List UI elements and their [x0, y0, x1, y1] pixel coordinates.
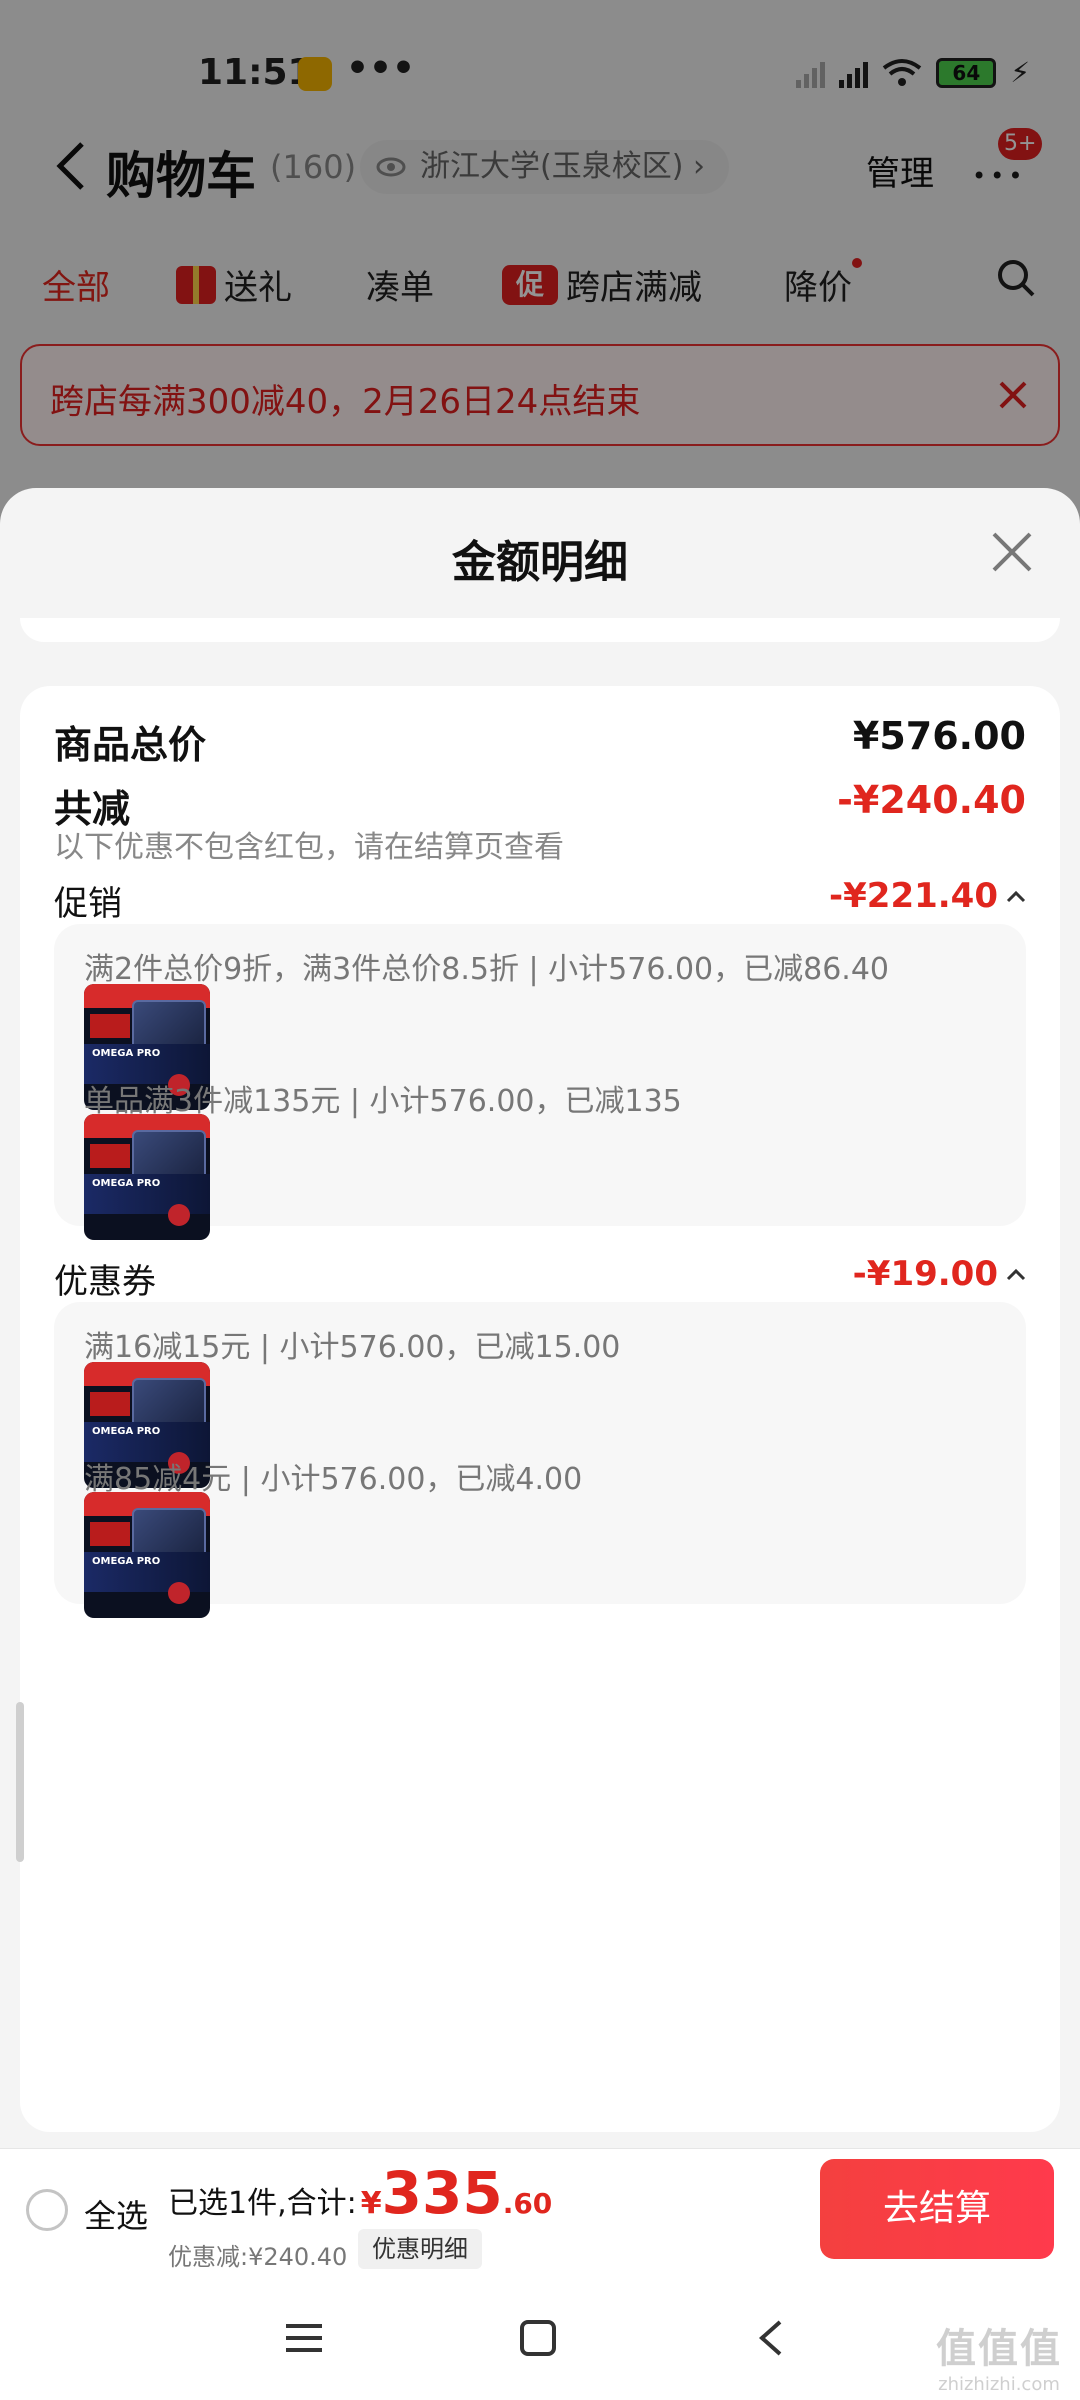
menu-icon[interactable]	[284, 2318, 324, 2358]
coupon-value: -¥19.00	[852, 1254, 998, 1294]
close-icon[interactable]	[990, 530, 1034, 574]
currency-symbol: ¥	[360, 2186, 382, 2221]
coupon-value-wrap: -¥19.00	[853, 1254, 1026, 1294]
product-thumbnail[interactable]: OMEGA PRO	[84, 1492, 210, 1618]
back-icon[interactable]	[752, 2318, 792, 2358]
discount-amount: 优惠减:¥240.40	[168, 2243, 348, 2271]
checkout-bar: 全选 已选1件,合计: ¥ 335 .60 优惠减:¥240.40 优惠明细 去…	[0, 2148, 1080, 2274]
selected-count-label: 已选1件,合计:	[168, 2186, 357, 2221]
watermark-url: zhizhizhi.com	[938, 2374, 1060, 2395]
sheet-title: 金额明细	[452, 537, 628, 588]
discount-detail-button[interactable]: 优惠明细	[358, 2229, 482, 2269]
select-all-label[interactable]: 全选	[84, 2191, 148, 2237]
promo-line-1: 满2件总价9折，满3件总价8.5折 | 小计576.00，已减86.40	[84, 952, 890, 987]
chevron-up-icon[interactable]	[1006, 889, 1026, 903]
checkout-button[interactable]: 去结算	[820, 2159, 1054, 2259]
amount-detail-sheet: 金额明细 商品总价 ¥576.00 共减 -¥240.40 以下优惠不包含红包，…	[0, 488, 1080, 2400]
previous-card-edge	[20, 618, 1060, 642]
coupon-detail-panel: 满16减15元 | 小计576.00，已减15.00 OMEGA PRO 满85…	[54, 1302, 1026, 1618]
total-price-label: 商品总价	[54, 723, 207, 767]
total-price-value: ¥576.00	[852, 714, 1026, 758]
coupon-label: 优惠券	[54, 1262, 156, 1302]
total-reduce-value: -¥240.40	[837, 778, 1026, 822]
promo-detail-panel: 满2件总价9折，满3件总价8.5折 | 小计576.00，已减86.40 OME…	[54, 924, 1026, 1240]
coupon-line-1: 满16减15元 | 小计576.00，已减15.00	[84, 1330, 621, 1365]
promo-value: -¥221.40	[829, 876, 998, 916]
product-thumbnail[interactable]: OMEGA PRO	[84, 1114, 210, 1240]
promo-label: 促销	[54, 884, 122, 924]
total-summary: 已选1件,合计: ¥ 335 .60	[168, 2159, 552, 2227]
select-all-checkbox[interactable]	[26, 2189, 68, 2231]
system-navigation-bar	[0, 2274, 1080, 2400]
price-detail-card: 商品总价 ¥576.00 共减 -¥240.40 以下优惠不包含红包，请在结算页…	[20, 686, 1060, 2132]
watermark-logo: 值值值	[936, 2326, 1062, 2372]
total-integer: 335	[381, 2159, 503, 2227]
total-decimal: .60	[502, 2187, 553, 2220]
home-icon[interactable]	[518, 2318, 558, 2358]
chevron-up-icon[interactable]	[1006, 1267, 1026, 1281]
scrollbar[interactable]	[16, 1702, 24, 1862]
reduce-note: 以下优惠不包含红包，请在结算页查看	[54, 830, 564, 865]
promo-value-wrap: -¥221.40	[829, 876, 1026, 916]
watermark: 值值值 zhizhizhi.com	[924, 2316, 1074, 2395]
